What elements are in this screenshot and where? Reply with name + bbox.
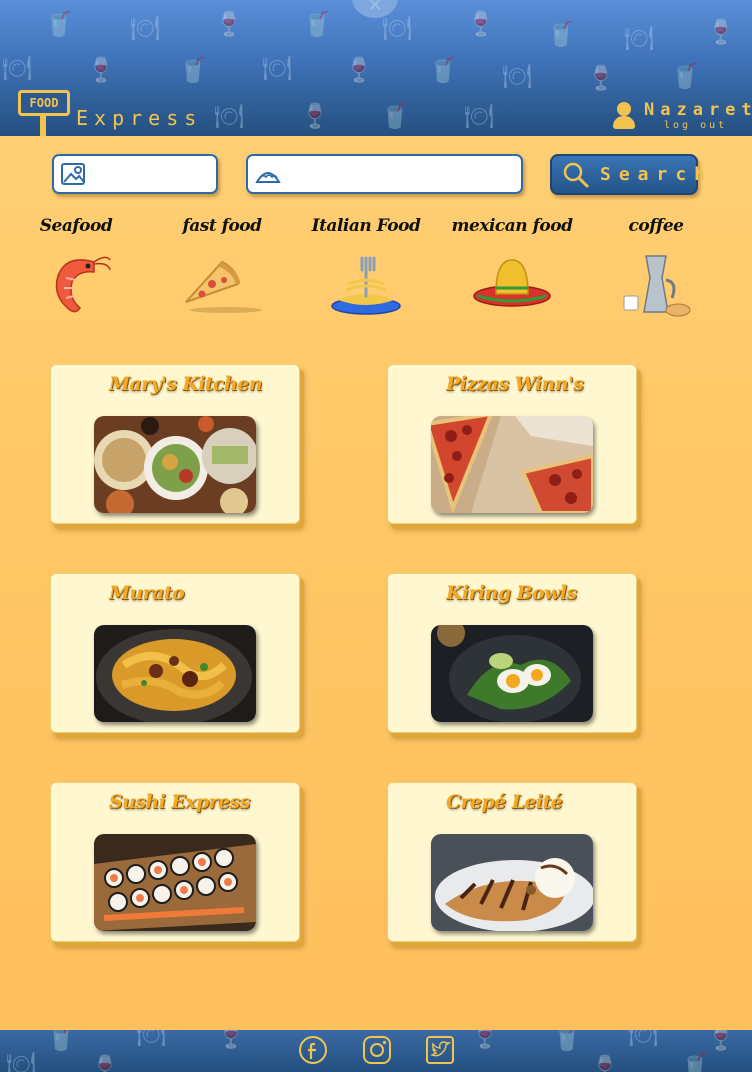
location-input[interactable] <box>94 162 212 186</box>
shrimp-icon <box>55 256 111 313</box>
pattern-glasses-icon: 🍷 <box>586 64 616 92</box>
pattern-plate-icon: 🍽 <box>628 1030 659 1048</box>
logo-post <box>40 116 46 136</box>
category-label: mexican food <box>451 216 573 236</box>
restaurant-card-crepe-leite[interactable]: Crepé Leité <box>387 782 637 942</box>
pattern-glasses-icon: 🍷 <box>300 102 330 130</box>
pattern-drink-icon: 🥤 <box>46 1030 76 1052</box>
pattern-drink-icon: 🥤 <box>44 10 74 38</box>
pattern-plate-icon: 🍽 <box>382 14 413 42</box>
food-field[interactable] <box>246 154 523 194</box>
pattern-glasses-icon: 🍷 <box>470 1030 500 1050</box>
restaurant-card-murato[interactable]: Murato <box>50 573 300 733</box>
category-fast-food[interactable]: fast food <box>160 216 284 326</box>
user-icon <box>612 102 636 130</box>
pattern-plate-icon: 🍽 <box>214 102 245 130</box>
location-field[interactable] <box>52 154 218 194</box>
category-label: Seafood <box>39 216 113 236</box>
pattern-plate-icon: 🍽 <box>624 24 655 52</box>
pattern-plate-icon: 🍽 <box>2 54 33 82</box>
pattern-drink-icon: 🥤 <box>680 1052 710 1072</box>
pattern-plate-icon: 🍽 <box>464 102 495 130</box>
user-menu[interactable]: Nazaret log out <box>612 100 752 136</box>
spaghetti-icon <box>331 256 401 315</box>
header-bar: 🥤 🍽 🍷 🥤 🍽 🍷 🥤 🍽 🍷 🍽 🍷 🥤 🍽 🍷 🥤 🍽 🍷 🥤 🍽 🍷 … <box>0 0 752 136</box>
search-button-label: Search <box>600 164 714 185</box>
pattern-drink-icon: 🥤 <box>428 56 458 84</box>
twitter-icon[interactable] <box>425 1035 455 1065</box>
pattern-glasses-icon: 🍷 <box>706 1030 736 1052</box>
footer-bar: 🥤 🍽 🍷 🍷 🥤 🍽 🍷 🍽 🍷 🍷 🥤 <box>0 1030 752 1072</box>
pattern-plate-icon: 🍽 <box>502 62 533 90</box>
pappardelle-ragu-photo <box>94 625 256 722</box>
restaurant-name: Murato <box>109 582 185 604</box>
category-label: coffee <box>628 216 684 236</box>
category-seafood[interactable]: Seafood <box>14 216 138 326</box>
pattern-glasses-icon: 🍷 <box>216 1030 246 1050</box>
pattern-drink-icon: 🥤 <box>380 102 410 130</box>
facebook-icon[interactable] <box>298 1035 328 1065</box>
pizza-slice-icon <box>185 260 262 313</box>
coffee-pot-icon <box>623 255 691 317</box>
pattern-plate-icon: 🍽 <box>6 1050 37 1072</box>
user-name: Nazaret <box>644 100 752 120</box>
pattern-glasses-icon: 🍷 <box>214 10 244 38</box>
category-mexican-food[interactable]: mexican food <box>450 216 574 326</box>
pattern-glasses-icon: 🍷 <box>706 18 736 46</box>
pattern-drink-icon: 🥤 <box>178 56 208 84</box>
logo[interactable]: FOOD Express <box>18 84 196 136</box>
logo-sign: FOOD <box>18 90 70 116</box>
pattern-plate-icon: 🍽 <box>136 1030 167 1048</box>
food-input[interactable] <box>288 162 513 186</box>
pattern-plate-icon: 🍽 <box>130 14 161 42</box>
pattern-glasses-icon: 🍷 <box>590 1054 620 1072</box>
map-pin-icon <box>61 163 85 185</box>
sushi-boat-photo <box>94 834 256 931</box>
restaurant-card-kiring-bowls[interactable]: Kiring Bowls <box>387 573 637 733</box>
restaurant-name: Kiring Bowls <box>446 582 577 604</box>
pepperoni-pizza-photo <box>431 416 593 513</box>
restaurant-name: Crepé Leité <box>446 791 563 813</box>
pattern-drink-icon: 🥤 <box>552 1030 582 1052</box>
mixed-dishes-photo <box>94 416 256 513</box>
restaurant-card-pizzas-winns[interactable]: Pizzas Winn's <box>387 364 637 524</box>
pattern-glasses-icon: 🍷 <box>86 56 116 84</box>
egg-salad-bowl-photo <box>431 625 593 722</box>
category-label: Italian Food <box>311 216 421 236</box>
logout-link[interactable]: log out <box>664 120 727 131</box>
instagram-icon[interactable] <box>362 1035 392 1065</box>
category-italian-food[interactable]: Italian Food <box>304 216 428 326</box>
pattern-glasses-icon: 🍷 <box>344 56 374 84</box>
tacos-icon <box>255 172 281 183</box>
restaurant-card-marys-kitchen[interactable]: Mary's Kitchen <box>50 364 300 524</box>
restaurant-card-sushi-express[interactable]: Sushi Express <box>50 782 300 942</box>
logo-text: Express <box>76 106 203 130</box>
pattern-plate-icon: 🍽 <box>262 54 293 82</box>
pattern-drink-icon: 🥤 <box>546 20 576 48</box>
restaurant-name: Pizzas Winn's <box>446 373 584 395</box>
restaurant-name: Sushi Express <box>109 791 250 813</box>
pattern-drink-icon: 🥤 <box>670 62 700 90</box>
chocolate-crepe-photo <box>431 834 593 931</box>
category-label: fast food <box>182 216 262 236</box>
search-icon <box>563 162 589 188</box>
pattern-glasses-icon: 🍷 <box>90 1054 120 1072</box>
category-coffee[interactable]: coffee <box>594 216 718 326</box>
search-button[interactable]: Search <box>550 154 705 195</box>
sombrero-icon <box>473 259 551 307</box>
restaurant-name: Mary's Kitchen <box>109 373 263 395</box>
pattern-drink-icon: 🥤 <box>302 10 332 38</box>
pattern-glasses-icon: 🍷 <box>466 10 496 38</box>
